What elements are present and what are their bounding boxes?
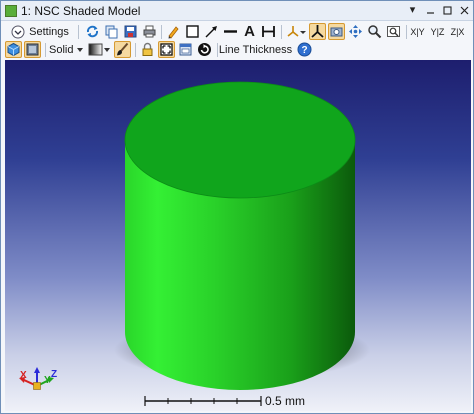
app-icon [5, 5, 17, 17]
text-tool-label: A [244, 23, 255, 40]
separator [135, 43, 136, 57]
dimension-icon [262, 26, 275, 37]
settings-label: Settings [29, 25, 69, 38]
rotate-y-label: Y|Z [430, 26, 445, 37]
separator [406, 25, 407, 39]
copy-icon [105, 25, 118, 39]
line-thickness-dropdown[interactable]: Line Thickness [218, 41, 293, 58]
axis-x-label: X [20, 370, 27, 381]
rectangle-tool-button[interactable] [184, 23, 201, 40]
help-button[interactable]: ? [296, 41, 313, 58]
layout-view-button[interactable] [24, 41, 41, 58]
rotate-x-button[interactable]: X|Y [408, 23, 427, 40]
separator [45, 43, 46, 57]
fit-view-icon [160, 43, 173, 56]
separator [78, 25, 79, 39]
separator [217, 43, 218, 57]
reset-icon [198, 43, 211, 56]
text-tool-button[interactable]: A [241, 23, 258, 40]
separator [161, 25, 162, 39]
dropdown-icon[interactable]: ▾ [405, 3, 420, 18]
copy-button[interactable] [103, 23, 120, 40]
lock-button[interactable] [139, 41, 156, 58]
move-button[interactable] [347, 23, 364, 40]
lock-icon [142, 42, 153, 56]
rotate-view-button[interactable] [309, 23, 326, 40]
line-tool-button[interactable] [222, 23, 239, 40]
gradient-icon [88, 43, 110, 56]
nsc-shaded-model-window: 1: NSC Shaded Model ▾ Settings A X|Y Y|Z… [0, 0, 474, 414]
help-icon: ? [297, 42, 312, 57]
scale-bar-label: 0.5 mm [265, 394, 306, 408]
pencil-tool-button[interactable] [165, 23, 182, 40]
shaded-view-button[interactable] [5, 41, 22, 58]
rotate-y-button[interactable]: Y|Z [428, 23, 447, 40]
3d-viewport[interactable]: X Y Z 0.5 mm [5, 60, 471, 411]
move-icon [349, 25, 362, 38]
reset-view-button[interactable] [196, 41, 213, 58]
zoom-window-button[interactable] [385, 23, 402, 40]
zoom-window-icon [387, 26, 400, 37]
settings-button[interactable]: Settings [5, 23, 75, 40]
window-title: 1: NSC Shaded Model [21, 4, 141, 18]
save-button[interactable] [122, 23, 139, 40]
axis-z-label: Z [51, 369, 58, 380]
shaded-model-canvas [19, 81, 370, 406]
refresh-button[interactable] [84, 23, 101, 40]
svg-text:?: ? [301, 45, 307, 56]
main-toolbar: Settings A X|Y Y|Z Z|X [1, 22, 473, 42]
background-gradient-dropdown[interactable] [87, 41, 111, 58]
refresh-icon [86, 25, 99, 38]
rotate-z-button[interactable]: Z|X [448, 23, 467, 40]
render-mode-dropdown[interactable]: Solid [49, 41, 83, 58]
dropdown-arrow-icon [77, 47, 83, 52]
separator [281, 25, 282, 39]
chevron-down-icon [11, 25, 25, 38]
camera-icon [330, 27, 343, 37]
cube-icon [7, 42, 20, 57]
arrow-tool-button[interactable] [203, 23, 220, 40]
line-thickness-label: Line Thickness [218, 43, 293, 56]
brush-icon [117, 42, 129, 56]
display-toolbar: Solid Line Thickness ? [1, 40, 473, 60]
dimension-tool-button[interactable] [260, 23, 277, 40]
brush-tool-button[interactable] [114, 41, 131, 58]
pencil-icon [168, 26, 179, 39]
window-view-button[interactable] [177, 41, 194, 58]
line-icon [224, 30, 237, 33]
magnifier-icon [368, 25, 382, 39]
title-bar: 1: NSC Shaded Model ▾ [1, 1, 473, 21]
zoom-button[interactable] [366, 23, 383, 40]
close-button[interactable] [457, 3, 472, 18]
scale-bar [144, 396, 262, 406]
axis-y-label: Y [44, 375, 51, 386]
print-icon [143, 25, 156, 38]
window-icon [179, 43, 192, 56]
save-icon [124, 25, 137, 38]
fit-view-button[interactable] [158, 41, 175, 58]
render-mode-value: Solid [49, 43, 74, 56]
arrow-icon [205, 26, 217, 38]
view-orientation-dropdown[interactable] [285, 23, 307, 40]
rectangle-icon [186, 25, 199, 38]
cylinder-top-face [125, 82, 355, 198]
print-button[interactable] [141, 23, 158, 40]
rotate-axes-icon [311, 25, 324, 38]
rotate-x-label: X|Y [410, 26, 425, 37]
maximize-button[interactable] [440, 3, 455, 18]
layers-icon [26, 43, 39, 56]
rotate-z-label: Z|X [450, 26, 465, 37]
pan-view-button[interactable] [328, 23, 345, 40]
axes-dropdown-icon [287, 26, 306, 37]
minimize-button[interactable] [423, 3, 438, 18]
